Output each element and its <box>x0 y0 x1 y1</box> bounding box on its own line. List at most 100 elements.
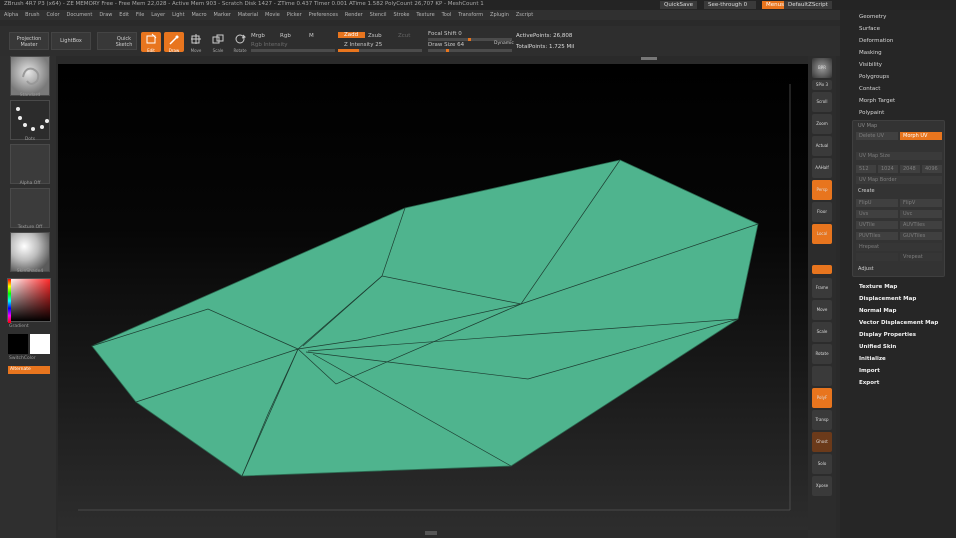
menu-texture[interactable]: Texture <box>416 10 434 20</box>
menu-tool[interactable]: Tool <box>442 10 452 20</box>
menu-stencil[interactable]: Stencil <box>370 10 387 20</box>
draw-size-track[interactable] <box>428 49 512 52</box>
auv-tiles-button[interactable]: AUVTiles <box>900 221 942 229</box>
menu-file[interactable]: File <box>136 10 144 20</box>
xpose-button[interactable]: Xpose <box>812 476 832 496</box>
morph-uv-button[interactable]: Morph UV <box>900 132 942 140</box>
transp-button[interactable]: Transp <box>812 410 832 430</box>
menu-light[interactable]: Light <box>172 10 184 20</box>
tray-normal-map[interactable]: Normal Map <box>859 308 896 314</box>
flip-v-button[interactable]: FlipV <box>900 199 942 207</box>
tray-unified-skin[interactable]: Unified Skin <box>859 344 896 350</box>
ghost-button[interactable]: Ghost <box>812 432 832 452</box>
draw-size-slider[interactable]: Draw Size 64 <box>428 42 464 48</box>
canvas-bottom-handle[interactable] <box>425 531 437 535</box>
guv-tiles-button[interactable]: GUVTiles <box>900 232 942 240</box>
scale-view-button[interactable]: Scale <box>812 322 832 342</box>
lsym-button[interactable] <box>812 265 832 274</box>
dynamic-toggle[interactable]: Dynamic <box>494 41 514 46</box>
tray-polygroups[interactable]: Polygroups <box>859 74 889 80</box>
stroke-thumbnail[interactable] <box>10 100 50 140</box>
menu-zscript[interactable]: Zscript <box>516 10 533 20</box>
scale-mode-button[interactable]: Scale <box>208 32 228 53</box>
zcut-button[interactable]: Zcut <box>398 33 410 39</box>
tray-displacement-map[interactable]: Displacement Map <box>859 296 916 302</box>
menu-color[interactable]: Color <box>47 10 60 20</box>
menu-material[interactable]: Material <box>238 10 258 20</box>
tray-deformation[interactable]: Deformation <box>859 38 893 44</box>
floor-button[interactable]: Floor <box>812 202 832 222</box>
z-intensity-track[interactable] <box>338 49 422 52</box>
edit-mode-button[interactable]: Edit <box>141 32 161 53</box>
menu-edit[interactable]: Edit <box>119 10 129 20</box>
quick-sketch-button[interactable]: Quick Sketch <box>97 32 137 50</box>
menu-macro[interactable]: Macro <box>191 10 206 20</box>
uv-map-size-slider[interactable]: UV Map Size <box>856 152 942 160</box>
menu-brush[interactable]: Brush <box>25 10 39 20</box>
scroll-button[interactable]: Scroll <box>812 92 832 112</box>
see-through-slider[interactable]: See-through 0 <box>704 1 756 9</box>
persp-button[interactable]: Persp <box>812 180 832 200</box>
menu-transform[interactable]: Transform <box>458 10 483 20</box>
tray-geometry[interactable]: Geometry <box>859 14 886 20</box>
solo-button[interactable]: Solo <box>812 454 832 474</box>
flip-u-button[interactable]: FlipU <box>856 199 898 207</box>
zsub-button[interactable]: Zsub <box>368 33 382 39</box>
menu-marker[interactable]: Marker <box>214 10 231 20</box>
material-thumbnail[interactable] <box>10 232 50 272</box>
default-zscript-button[interactable]: DefaultZScript <box>784 1 832 9</box>
tray-texture-map[interactable]: Texture Map <box>859 284 897 290</box>
menu-layer[interactable]: Layer <box>151 10 165 20</box>
rotate-view-button[interactable]: Rotate <box>812 344 832 364</box>
tray-polypaint[interactable]: Polypaint <box>859 110 884 116</box>
tray-initialize[interactable]: Initialize <box>859 356 886 362</box>
projection-master-button[interactable]: Projection Master <box>9 32 49 50</box>
focal-shift-slider[interactable]: Focal Shift 0 <box>428 31 462 37</box>
tray-morph-target[interactable]: Morph Target <box>859 98 895 104</box>
adjust-section[interactable]: Adjust <box>858 266 874 272</box>
uv-map-header[interactable]: UV Map <box>858 123 877 129</box>
zadd-button[interactable]: Zadd <box>338 32 365 38</box>
uv-map-border-slider[interactable]: UV Map Border <box>856 176 942 184</box>
brush-thumbnail[interactable] <box>10 56 50 96</box>
tray-masking[interactable]: Masking <box>859 50 882 56</box>
rgb-intensity-track[interactable] <box>251 49 335 52</box>
hrepeat-value-slider[interactable] <box>856 253 898 261</box>
document-canvas[interactable] <box>58 64 808 530</box>
tray-display-properties[interactable]: Display Properties <box>859 332 916 338</box>
hue-strip[interactable] <box>8 279 11 323</box>
lightbox-button[interactable]: LightBox <box>51 32 91 50</box>
tray-vector-displacement-map[interactable]: Vector Displacement Map <box>859 320 938 326</box>
puv-tiles-button[interactable]: PUVTiles <box>856 232 898 240</box>
menu-render[interactable]: Render <box>345 10 363 20</box>
polyf-button[interactable]: PolyF <box>812 388 832 408</box>
color-picker[interactable] <box>7 278 51 323</box>
menu-preferences[interactable]: Preferences <box>309 10 338 20</box>
canvas-scroll-handle[interactable] <box>641 57 657 60</box>
size-4096-button[interactable]: 4096 <box>922 165 942 173</box>
menu-stroke[interactable]: Stroke <box>393 10 409 20</box>
size-2048-button[interactable]: 2048 <box>900 165 920 173</box>
line-fill-button[interactable] <box>812 366 832 386</box>
zoom-button[interactable]: Zoom <box>812 114 832 134</box>
move-view-button[interactable]: Move <box>812 300 832 320</box>
rgb-intensity-slider[interactable]: Rgb Intensity <box>251 42 288 48</box>
bpr-button[interactable]: BPR <box>812 58 832 78</box>
m-button[interactable]: M <box>309 33 314 39</box>
uvs-button[interactable]: Uvs <box>856 210 898 218</box>
uv-tile-button[interactable]: UVTile <box>856 221 898 229</box>
switchcolor-button[interactable]: SwitchColor <box>0 356 52 361</box>
tray-contact[interactable]: Contact <box>859 86 880 92</box>
menu-picker[interactable]: Picker <box>287 10 302 20</box>
spix-slider[interactable]: SPix 3 <box>812 80 832 90</box>
tray-visibility[interactable]: Visibility <box>859 62 882 68</box>
mrgb-button[interactable]: Mrgb <box>251 33 265 39</box>
tray-import[interactable]: Import <box>859 368 880 374</box>
local-button[interactable]: Local <box>812 224 832 244</box>
alternate-button[interactable]: Alternate <box>8 366 50 374</box>
move-mode-button[interactable]: Move <box>186 32 206 53</box>
create-section[interactable]: Create <box>858 188 875 194</box>
vrepeat-slider[interactable]: Vrepeat <box>900 253 942 261</box>
size-1024-button[interactable]: 1024 <box>878 165 898 173</box>
main-color-swatch[interactable] <box>8 334 28 354</box>
